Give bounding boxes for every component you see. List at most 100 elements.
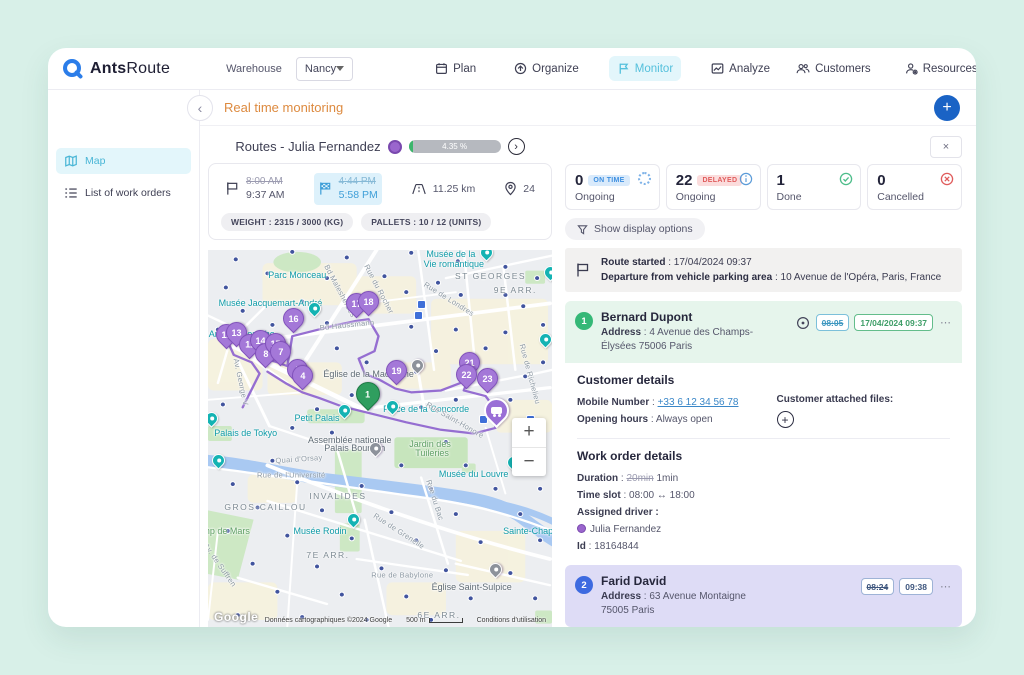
map-scale: 500 m (406, 617, 462, 624)
sidebar-item-work-orders[interactable]: List of work orders (56, 180, 191, 206)
warehouse-select[interactable]: Nancy (296, 57, 353, 81)
warehouse-label: Warehouse (226, 63, 282, 75)
mobile-number-line: Mobile Number : +33 6 12 34 56 78 (577, 394, 777, 411)
stop-card-farid-david: 2 Farid David Address : 63 Avenue Montai… (565, 565, 962, 627)
zoom-out-button[interactable]: − (512, 447, 546, 476)
stop-address: Address : 4 Avenue des Champs-Élysées 75… (601, 326, 771, 354)
tab-organize[interactable]: Organize (506, 56, 587, 81)
transit-station-icon (414, 311, 423, 320)
attached-files-label: Customer attached files: (777, 394, 950, 405)
zoom-in-button[interactable]: + (512, 418, 546, 447)
driver-color-dot (577, 524, 586, 533)
assigned-driver-label: Assigned driver : (577, 504, 950, 521)
stop-card-bernard-dupont: 1 Bernard Dupont Address : 4 Avenue des … (565, 301, 962, 556)
actual-time-badge: 17/04/2024 09:37 (854, 314, 933, 331)
brand-logo[interactable]: AntsRoute (62, 58, 170, 80)
spinner-icon (638, 172, 652, 186)
delayed-badge: DELAYED (697, 175, 742, 186)
opening-hours-line: Opening hours : Always open (577, 411, 777, 428)
list-icon (64, 186, 78, 200)
nav-resources[interactable]: Resources (897, 56, 976, 81)
cancel-circle-icon (940, 172, 954, 186)
status-summary: 0 ON TIME Ongoing 22 DELAYED Ongoing (565, 164, 962, 210)
chevron-down-icon (336, 66, 344, 71)
ontime-badge: ON TIME (588, 175, 629, 186)
top-navbar: AntsRoute Warehouse Nancy Plan Organize (48, 48, 976, 90)
stop-header[interactable]: 1 Bernard Dupont Address : 4 Avenue des … (565, 301, 962, 363)
map-terms-link[interactable]: Conditions d'utilisation (477, 617, 546, 624)
mobile-number-link[interactable]: +33 6 12 34 56 78 (658, 397, 739, 408)
sidebar-item-map[interactable]: Map (56, 148, 191, 174)
antsroute-logo-icon (62, 58, 84, 80)
work-order-id-line: Id : 18164844 (577, 538, 950, 555)
map-zoom-control: + − (512, 418, 546, 476)
customers-icon (796, 62, 810, 75)
more-options-button[interactable]: ⋯ (940, 580, 952, 593)
route-title: Routes - Julia Fernandez (235, 139, 380, 154)
sidebar: Map List of work orders (48, 90, 200, 627)
route-progress-label: 4.35 % (409, 140, 501, 153)
map-copyright: Données cartographiques ©2024 Google (265, 617, 392, 624)
assigned-driver-name: Julia Fernandez (577, 521, 950, 538)
tab-plan[interactable]: Plan (427, 56, 484, 81)
analyze-chart-icon (711, 62, 724, 75)
customer-details-heading: Customer details (577, 373, 950, 387)
pallets-badge: PALLETS : 10 / 12 (UNITS) (361, 213, 491, 231)
warehouse-value: Nancy (305, 63, 336, 75)
route-detail-panel: × 0 ON TIME Ongoing (565, 134, 962, 627)
app-window: AntsRoute Warehouse Nancy Plan Organize (48, 48, 976, 627)
stop-header[interactable]: 2 Farid David Address : 63 Avenue Montai… (565, 565, 962, 627)
stat-end-time: 4:44 PM 5:58 PM (314, 173, 382, 205)
tab-monitor[interactable]: Monitor (609, 56, 681, 81)
driver-color-dot (388, 140, 402, 154)
resources-icon (905, 62, 918, 75)
map-icon (64, 154, 78, 168)
primary-nav: Plan Organize Monitor Analyze (427, 56, 778, 81)
back-button[interactable]: ‹ (187, 95, 213, 121)
stat-stops: 24 (504, 181, 535, 196)
next-route-button[interactable]: › (508, 138, 525, 155)
map-attribution: Données cartographiques ©2024 Google 500… (208, 613, 552, 627)
start-flag-icon (225, 181, 240, 196)
planned-time-badge: 08:05 (816, 314, 850, 331)
stop-address: Address : 63 Avenue Montaigne 75005 Pari… (601, 590, 771, 618)
road-icon (411, 182, 427, 196)
finish-flag-icon (318, 181, 333, 196)
status-card-ongoing-ontime: 0 ON TIME Ongoing (565, 164, 660, 210)
organize-icon (514, 62, 527, 75)
stop-name: Bernard Dupont (601, 310, 787, 324)
close-panel-button[interactable]: × (930, 136, 962, 158)
timeslot-line: Time slot : 08:00 ↔ 18:00 (577, 487, 950, 504)
monitor-flag-icon (617, 62, 630, 75)
duration-line: Duration : 20min 1min (577, 470, 950, 487)
calendar-icon (435, 62, 448, 75)
tab-analyze[interactable]: Analyze (703, 56, 778, 81)
check-circle-icon (839, 172, 853, 186)
status-card-ongoing-delayed: 22 DELAYED Ongoing (666, 164, 761, 210)
route-start-flag-icon (575, 262, 591, 278)
add-button[interactable]: + (934, 95, 960, 121)
info-icon[interactable] (739, 172, 753, 186)
stop-number-badge: 1 (575, 312, 593, 330)
route-started-banner: Route started : 17/04/2024 09:37 Departu… (565, 248, 962, 292)
status-card-cancelled: 0 Cancelled (867, 164, 962, 210)
route-header: Routes - Julia Fernandez 4.35 % › (208, 134, 552, 163)
work-order-heading: Work order details (577, 449, 950, 463)
status-card-done: 1 Done (767, 164, 862, 210)
more-options-button[interactable]: ⋯ (940, 316, 952, 329)
stat-distance: 11.25 km (411, 182, 475, 196)
weight-badge: WEIGHT : 2315 / 3000 (KG) (221, 213, 353, 231)
nav-customers[interactable]: Customers (788, 56, 879, 81)
locate-icon[interactable] (795, 315, 811, 331)
page-header: ‹ Real time monitoring + (200, 90, 976, 126)
show-display-options-button[interactable]: Show display options (565, 218, 705, 240)
brand-name: AntsRoute (90, 60, 170, 78)
location-pin-icon (504, 181, 517, 196)
add-file-button[interactable]: + (777, 411, 794, 428)
route-progress-bar: 4.35 % (409, 140, 501, 153)
stop-number-badge: 2 (575, 576, 593, 594)
route-stats-card: 8:00 AM 9:37 AM (208, 163, 552, 240)
eta-time-badge: 09:38 (899, 578, 933, 595)
page-title: Real time monitoring (224, 100, 343, 115)
map[interactable]: Musée de laVie romantiqueST GEORGES9E AR… (208, 250, 552, 627)
